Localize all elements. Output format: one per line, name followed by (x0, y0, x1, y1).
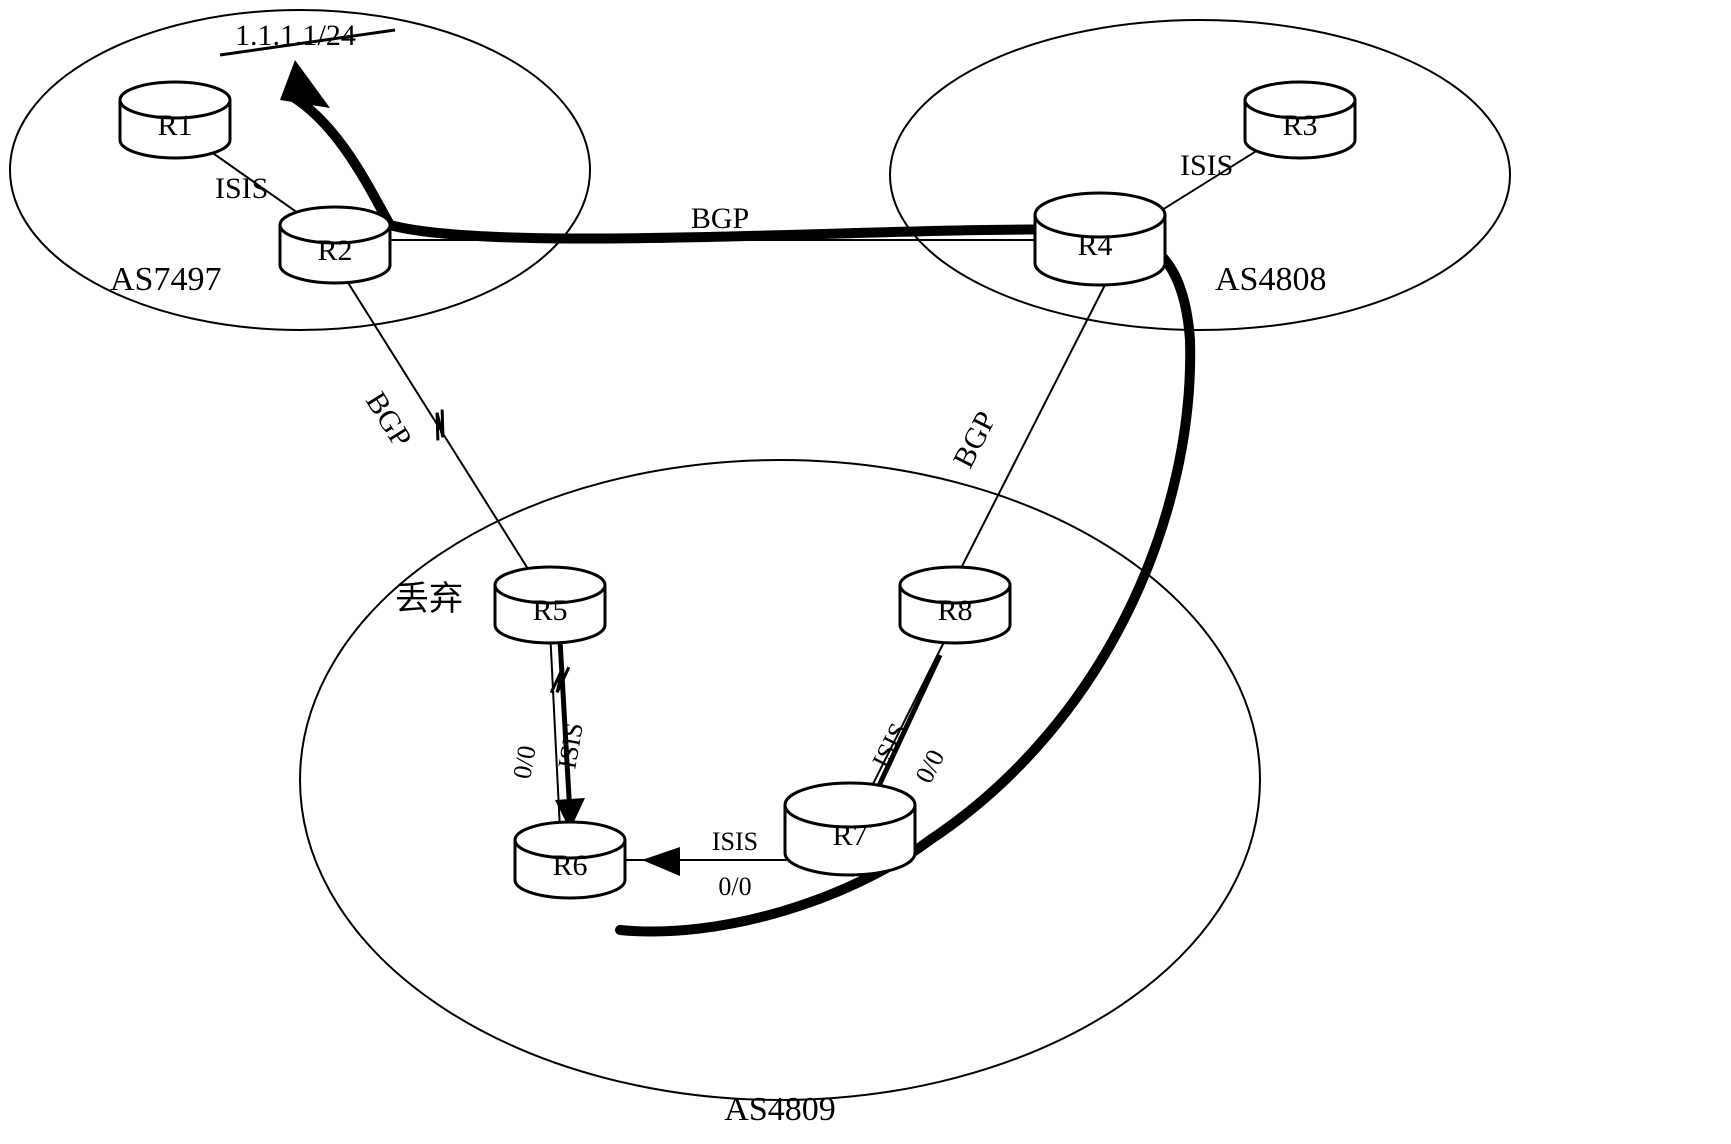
link-label-r7r6-p: ISIS (712, 827, 758, 856)
link-label-r5r6-r: 0/0 (507, 743, 541, 781)
label-r7: R7 (832, 819, 867, 852)
label-r6: R6 (552, 849, 587, 882)
link-label-r2r4: BGP (691, 202, 749, 235)
link-label-r1r2: ISIS (215, 172, 268, 205)
flow-arrowhead (280, 60, 330, 108)
link-label-r7r6-r: 0/0 (718, 872, 751, 901)
label-as3: AS4809 (724, 1091, 835, 1128)
annotation-addr: 1.1.1.1/24 (235, 19, 356, 52)
label-r3: R3 (1282, 109, 1317, 142)
link-label-r5r6-p: ISIS (552, 720, 589, 771)
label-r5: R5 (532, 594, 567, 627)
label-as1: AS7497 (110, 261, 221, 298)
link-label-r4r8: BGP (947, 406, 1003, 473)
link-label-r8r7-r: 0/0 (910, 745, 951, 788)
arrow-r7-r6-head (642, 847, 680, 876)
label-r4: R4 (1077, 229, 1112, 262)
label-r2: R2 (317, 234, 352, 267)
as-ellipse-1 (10, 10, 590, 330)
link-label-r2r5: BGP (359, 386, 418, 453)
label-r8: R8 (937, 594, 972, 627)
label-r1: R1 (157, 109, 192, 142)
annotation-discard: 丢弃 (395, 580, 463, 618)
network-diagram: R1 R2 R3 R4 R5 R6 R7 R8 AS7497 AS4808 AS… (0, 0, 1731, 1144)
label-as2: AS4808 (1215, 261, 1326, 298)
as-ellipse-3 (300, 460, 1260, 1100)
link-label-r3r4: ISIS (1180, 149, 1233, 182)
